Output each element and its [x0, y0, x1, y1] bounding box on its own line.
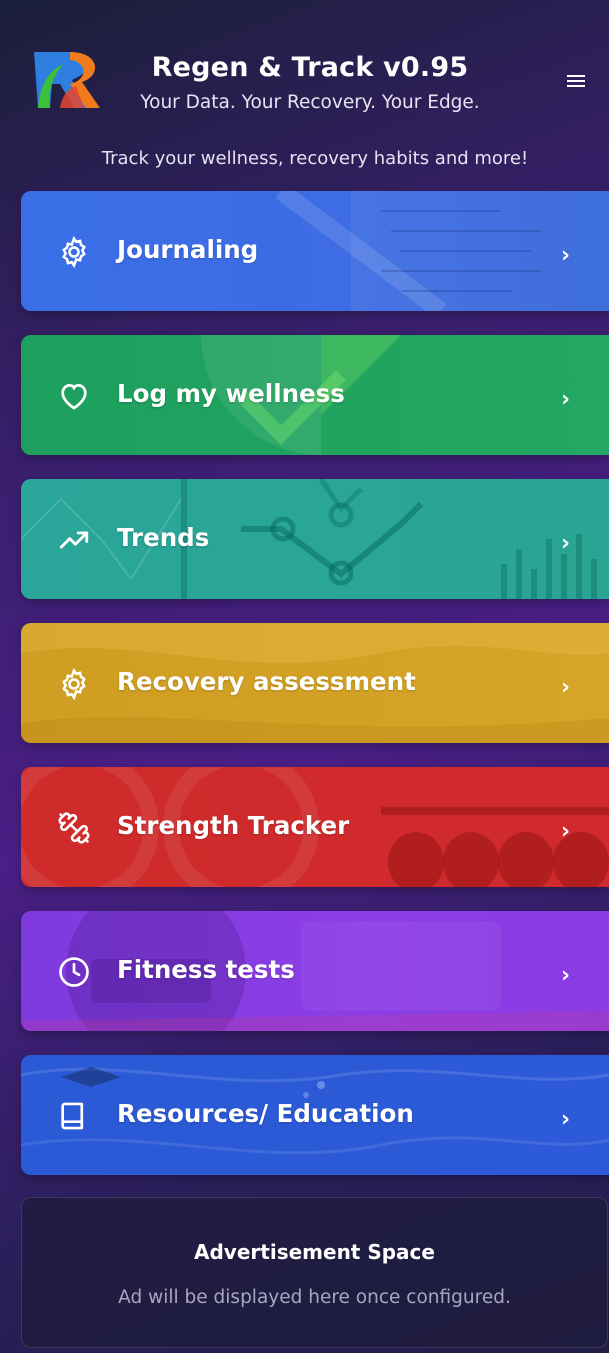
- card-label: Journaling: [117, 235, 259, 264]
- card-label: Strength Tracker: [117, 811, 350, 840]
- card-label: Fitness tests: [117, 955, 295, 984]
- card-bg-decoration: [21, 479, 597, 599]
- chevron-right-icon: ›: [561, 243, 571, 268]
- advertisement-space: Advertisement Space Ad will be displayed…: [21, 1197, 608, 1348]
- chevron-right-icon: ›: [561, 963, 571, 988]
- chevron-right-icon: ›: [561, 387, 571, 412]
- gear-icon: [62, 667, 86, 701]
- trending-up-icon: [59, 531, 89, 549]
- hamburger-menu-icon[interactable]: [567, 72, 591, 92]
- strength-tracker-card[interactable]: Strength Tracker ›: [21, 767, 609, 887]
- ad-text: Ad will be displayed here once configure…: [118, 1287, 511, 1308]
- recovery-assessment-card[interactable]: Recovery assessment ›: [21, 623, 609, 743]
- ad-title: Advertisement Space: [194, 1240, 435, 1264]
- page-subtitle: Track your wellness, recovery habits and…: [101, 148, 529, 169]
- card-label: Trends: [117, 523, 210, 552]
- app-tagline: Your Data. Your Recovery. Your Edge.: [140, 92, 480, 113]
- chevron-right-icon: ›: [561, 531, 571, 556]
- card-label: Log my wellness: [117, 379, 345, 408]
- trends-card[interactable]: Trends ›: [21, 479, 609, 599]
- card-bg-decoration: [21, 911, 609, 1031]
- app-title: Regen & Track v0.95: [151, 52, 469, 83]
- chevron-right-icon: ›: [561, 1107, 571, 1132]
- card-label: Resources/ Education: [117, 1099, 414, 1128]
- card-bg-decoration: [275, 191, 609, 311]
- dumbbell-icon: [58, 812, 90, 844]
- fitness-tests-card[interactable]: Fitness tests ›: [21, 911, 609, 1031]
- clock-icon: [59, 957, 89, 987]
- book-icon: [61, 1102, 84, 1130]
- chevron-right-icon: ›: [561, 819, 571, 844]
- gear-icon: [62, 235, 86, 269]
- resources-education-card[interactable]: Resources/ Education ›: [21, 1055, 609, 1175]
- app-header: Regen & Track v0.95 Your Data. Your Reco…: [0, 0, 609, 150]
- journaling-card[interactable]: Journaling ›: [21, 191, 609, 311]
- chevron-right-icon: ›: [561, 675, 571, 700]
- log-wellness-card[interactable]: Log my wellness ›: [21, 335, 609, 455]
- heart-icon: [61, 384, 87, 410]
- card-label: Recovery assessment: [117, 667, 416, 696]
